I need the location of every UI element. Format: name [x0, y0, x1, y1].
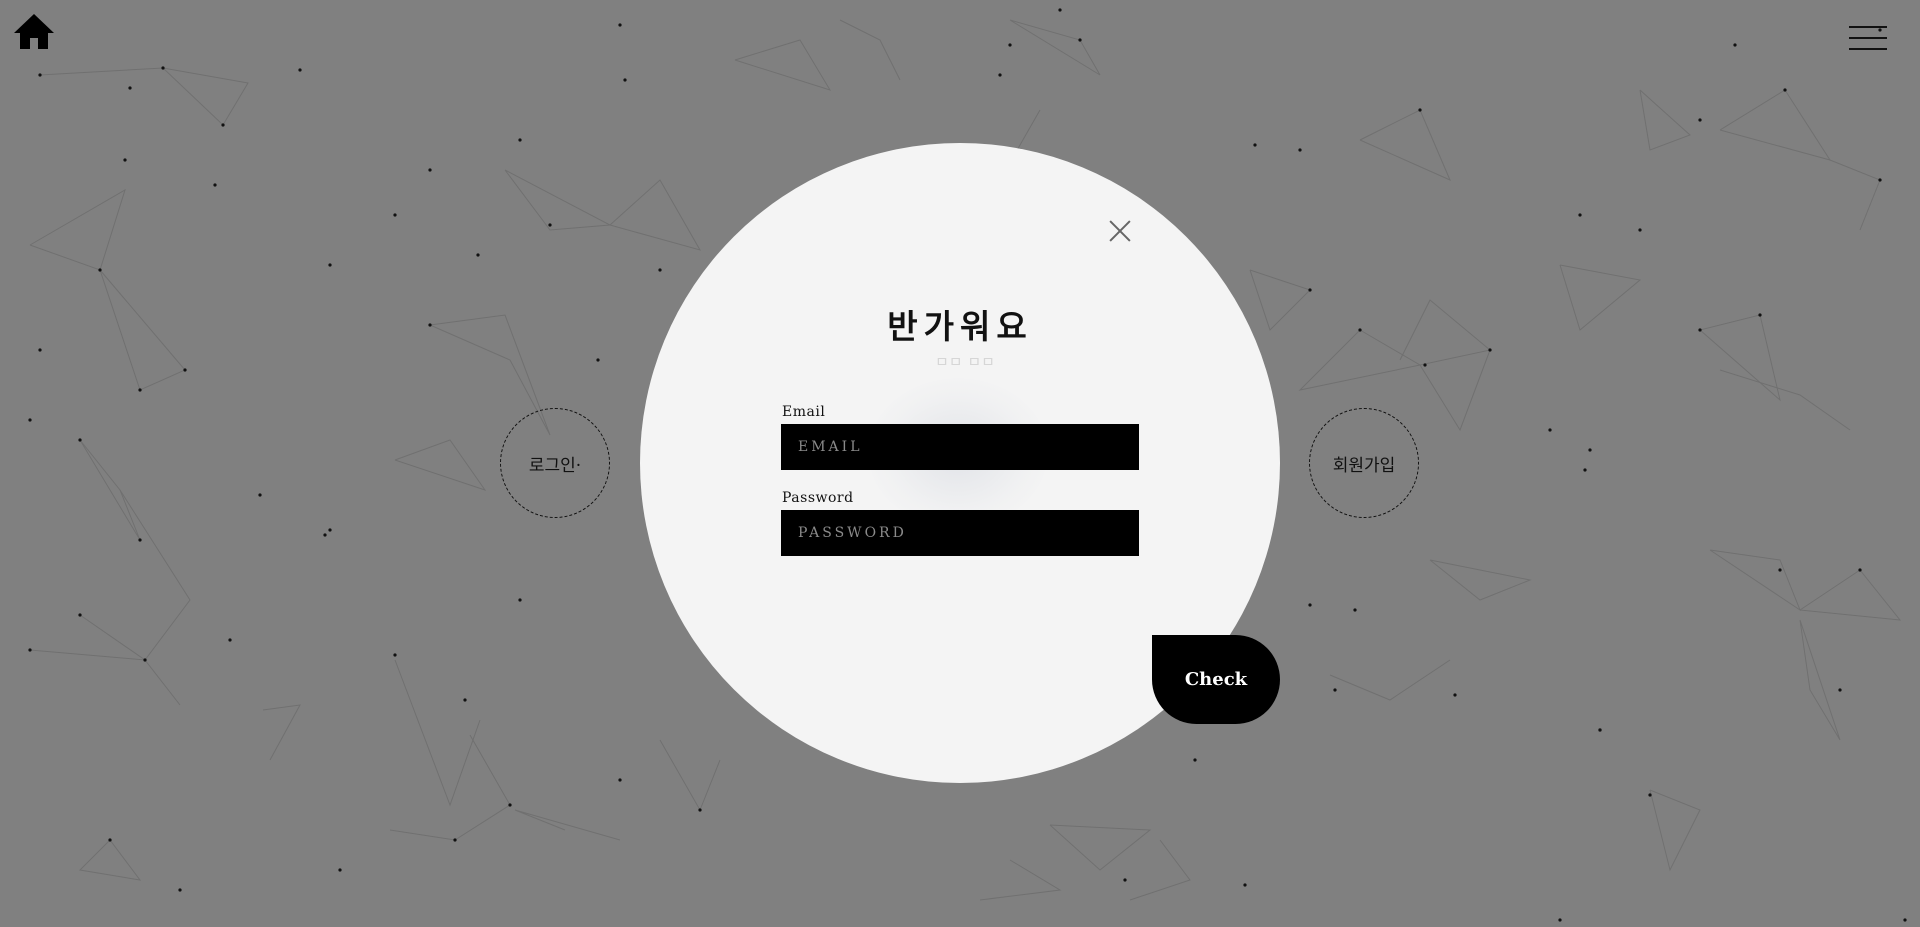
- home-button[interactable]: [12, 12, 56, 52]
- background-label: ㅁㅁ ㅁㅁ: [935, 353, 995, 371]
- check-button[interactable]: Check: [1152, 635, 1280, 724]
- login-button[interactable]: 로그인·: [500, 408, 610, 518]
- email-label: Email: [782, 404, 826, 420]
- password-label: Password: [782, 490, 854, 506]
- login-button-label: 로그인·: [528, 455, 582, 476]
- home-icon: [14, 14, 54, 49]
- modal-title: 반가워요: [887, 307, 1033, 346]
- signup-button-label: 회원가입: [1332, 455, 1396, 476]
- signup-button[interactable]: 회원가입: [1309, 408, 1419, 518]
- menu-button[interactable]: [1849, 26, 1887, 50]
- password-input[interactable]: [781, 510, 1139, 556]
- email-input[interactable]: [781, 424, 1139, 470]
- check-button-label: Check: [1184, 669, 1248, 690]
- hamburger-menu-icon: [1849, 26, 1887, 28]
- close-button[interactable]: [1108, 219, 1132, 243]
